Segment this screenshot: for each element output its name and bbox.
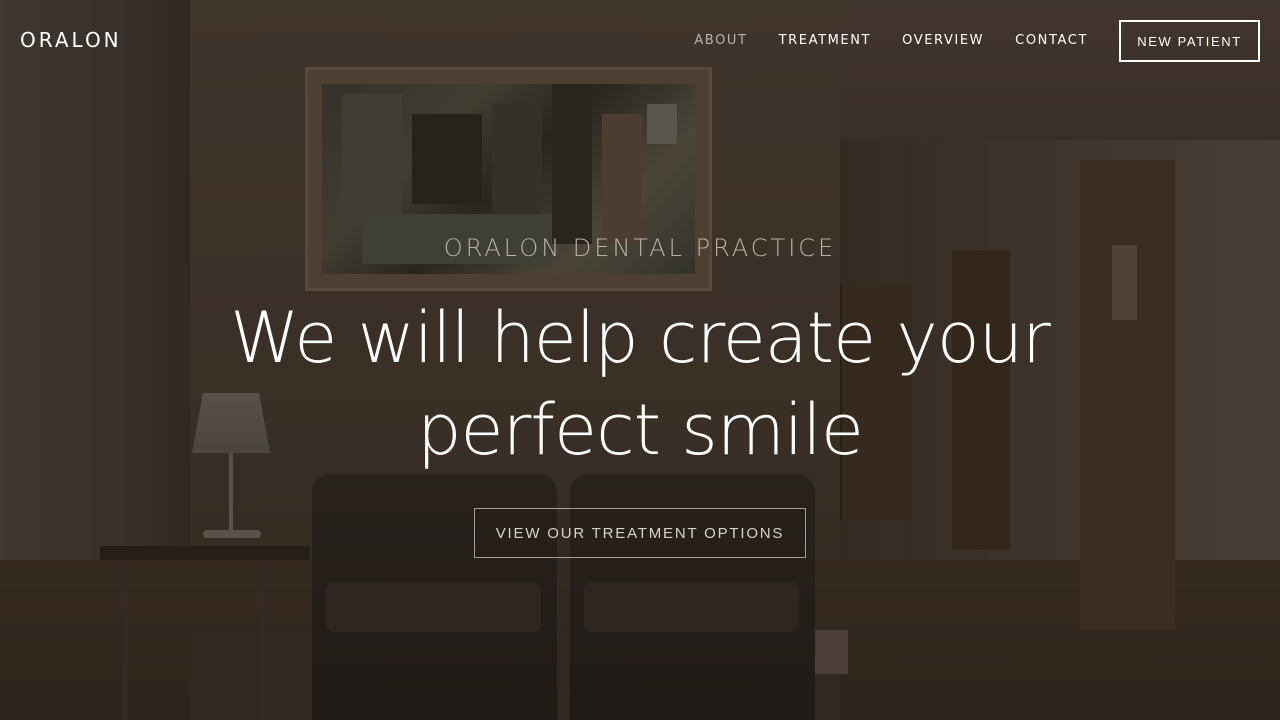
brand-logo[interactable]: ORALON bbox=[20, 28, 122, 52]
top-navigation: ORALON ABOUT TREATMENT OVERVIEW CONTACT … bbox=[0, 0, 1280, 82]
nav-link-contact[interactable]: CONTACT bbox=[1015, 33, 1088, 48]
nav-link-treatment[interactable]: TREATMENT bbox=[779, 33, 872, 48]
hero-eyebrow: ORALON DENTAL PRACTICE bbox=[443, 234, 837, 262]
new-patient-button[interactable]: NEW PATIENT bbox=[1119, 20, 1260, 62]
hero-headline-line1: We will help create your bbox=[230, 297, 1051, 379]
hero-headline-line2: perfect smile bbox=[417, 389, 864, 471]
hero-headline: We will help create your perfect smile bbox=[0, 292, 1280, 476]
nav-link-about[interactable]: ABOUT bbox=[694, 33, 747, 48]
nav-links: ABOUT TREATMENT OVERVIEW CONTACT bbox=[694, 33, 1088, 48]
view-treatment-options-button[interactable]: VIEW OUR TREATMENT OPTIONS bbox=[474, 508, 806, 558]
nav-link-overview[interactable]: OVERVIEW bbox=[902, 33, 984, 48]
